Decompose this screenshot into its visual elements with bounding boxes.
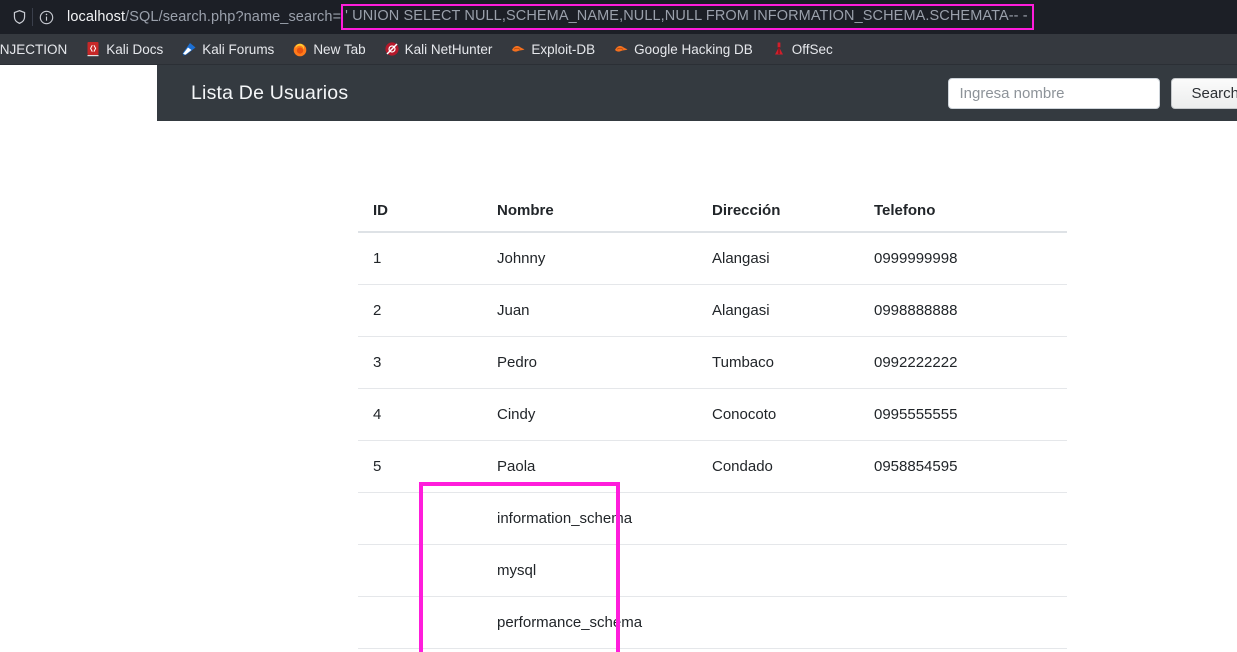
users-table: ID Nombre Dirección Telefono 1 Johnny Al… <box>358 190 1067 652</box>
table-row: sistema <box>358 648 1067 652</box>
table-row: mysql <box>358 544 1067 597</box>
table-header-row: ID Nombre Dirección Telefono <box>358 190 1067 233</box>
cell-direccion: Conocoto <box>712 388 874 441</box>
cell-nombre: information_schema <box>420 492 712 545</box>
cell-id: 3 <box>358 336 420 389</box>
bookmark-kali-docs[interactable]: Kali Docs <box>76 39 172 59</box>
bookmark-label: Google Hacking DB <box>634 41 753 57</box>
bookmark-offsec[interactable]: OffSec <box>762 39 842 59</box>
kali-forums-icon <box>181 41 197 57</box>
cell-telefono: 0992222222 <box>874 336 1067 389</box>
cell-telefono: 0999999998 <box>874 232 1067 285</box>
cell-telefono: 0998888888 <box>874 284 1067 337</box>
exploit-db-icon <box>510 41 526 57</box>
cell-id <box>358 596 420 649</box>
bookmark-label: Kali Docs <box>106 41 164 57</box>
cell-nombre: Cindy <box>420 388 712 441</box>
bookmarks-bar: INJECTION Kali Docs Kali Forums New Tab … <box>0 34 1237 65</box>
table-head: ID Nombre Dirección Telefono <box>358 190 1067 233</box>
navbar: Lista De Usuarios Search <box>157 65 1237 121</box>
info-icon[interactable] <box>33 6 59 28</box>
bookmark-label: Kali Forums <box>202 41 275 57</box>
cell-direccion: Condado <box>712 440 874 493</box>
kali-docs-icon <box>85 41 101 57</box>
url-text[interactable]: localhost/SQL/search.php?name_search= ' U… <box>67 4 1034 30</box>
url-path: /SQL/search.php?name_search= <box>125 9 342 25</box>
cell-telefono: 0958854595 <box>874 440 1067 493</box>
cell-nombre: sistema <box>420 648 712 652</box>
bookmark-label: OffSec <box>791 41 833 57</box>
cell-telefono <box>874 596 1067 649</box>
google-hacking-db-icon <box>613 41 629 57</box>
url-injection-payload-highlight: ' UNION SELECT NULL,SCHEMA_NAME,NULL,NUL… <box>341 4 1034 30</box>
cell-nombre: Juan <box>420 284 712 337</box>
cell-direccion <box>712 596 874 649</box>
cell-direccion <box>712 492 874 545</box>
search-input[interactable] <box>948 77 1161 109</box>
cell-nombre: performance_schema <box>420 596 712 649</box>
cell-nombre: mysql <box>420 544 712 597</box>
cell-telefono: 0995555555 <box>874 388 1067 441</box>
search-form: Search <box>948 77 1237 109</box>
browser-chrome: localhost/SQL/search.php?name_search= ' U… <box>0 0 1237 65</box>
bookmark-sql-injection[interactable]: INJECTION <box>0 40 76 59</box>
bookmark-label: New Tab <box>313 41 366 57</box>
bookmark-google-hacking-db[interactable]: Google Hacking DB <box>604 39 762 59</box>
cell-direccion <box>712 648 874 652</box>
table-row: 3 Pedro Tumbaco 0992222222 <box>358 336 1067 389</box>
search-button[interactable]: Search <box>1171 77 1237 109</box>
cell-telefono <box>874 492 1067 545</box>
table-row: 1 Johnny Alangasi 0999999998 <box>358 232 1067 285</box>
bookmark-kali-forums[interactable]: Kali Forums <box>172 39 283 59</box>
cell-id: 2 <box>358 284 420 337</box>
bookmark-label: Exploit-DB <box>531 41 596 57</box>
page-title: Lista De Usuarios <box>191 81 349 104</box>
column-header-nombre: Nombre <box>420 190 712 233</box>
cell-direccion: Alangasi <box>712 284 874 337</box>
page-viewport: Lista De Usuarios Search ID Nombre Direc… <box>0 65 1237 652</box>
cell-direccion: Tumbaco <box>712 336 874 389</box>
column-header-telefono: Telefono <box>874 190 1067 233</box>
bookmark-label: INJECTION <box>0 41 68 57</box>
cell-telefono <box>874 544 1067 597</box>
bookmark-kali-nethunter[interactable]: Kali NetHunter <box>375 39 502 59</box>
url-bar[interactable]: localhost/SQL/search.php?name_search= ' U… <box>0 0 1237 34</box>
offsec-icon <box>771 41 787 57</box>
urlbar-identity-icons <box>6 6 59 28</box>
cell-direccion <box>712 544 874 597</box>
cell-nombre: Pedro <box>420 336 712 389</box>
url-host: localhost <box>67 9 126 25</box>
kali-nethunter-icon <box>384 41 400 57</box>
table-row: performance_schema <box>358 596 1067 649</box>
cell-id <box>358 648 420 652</box>
cell-id: 5 <box>358 440 420 493</box>
cell-nombre: Paola <box>420 440 712 493</box>
table-row: 2 Juan Alangasi 0998888888 <box>358 284 1067 337</box>
cell-direccion: Alangasi <box>712 232 874 285</box>
table-body: 1 Johnny Alangasi 0999999998 2 Juan Alan… <box>358 232 1067 652</box>
bookmark-label: Kali NetHunter <box>404 41 493 57</box>
cell-nombre: Johnny <box>420 232 712 285</box>
bookmark-exploit-db[interactable]: Exploit-DB <box>501 39 604 59</box>
table-row: information_schema <box>358 492 1067 545</box>
cell-id <box>358 544 420 597</box>
users-table-container: ID Nombre Dirección Telefono 1 Johnny Al… <box>358 190 1067 652</box>
cell-telefono <box>874 648 1067 652</box>
column-header-id: ID <box>358 190 420 233</box>
bookmark-new-tab[interactable]: New Tab <box>283 39 374 59</box>
firefox-icon <box>292 41 308 57</box>
cell-id: 4 <box>358 388 420 441</box>
table-row: 5 Paola Condado 0958854595 <box>358 440 1067 493</box>
column-header-direccion: Dirección <box>712 190 874 233</box>
cell-id: 1 <box>358 232 420 285</box>
shield-icon[interactable] <box>6 6 32 28</box>
table-row: 4 Cindy Conocoto 0995555555 <box>358 388 1067 441</box>
cell-id <box>358 492 420 545</box>
